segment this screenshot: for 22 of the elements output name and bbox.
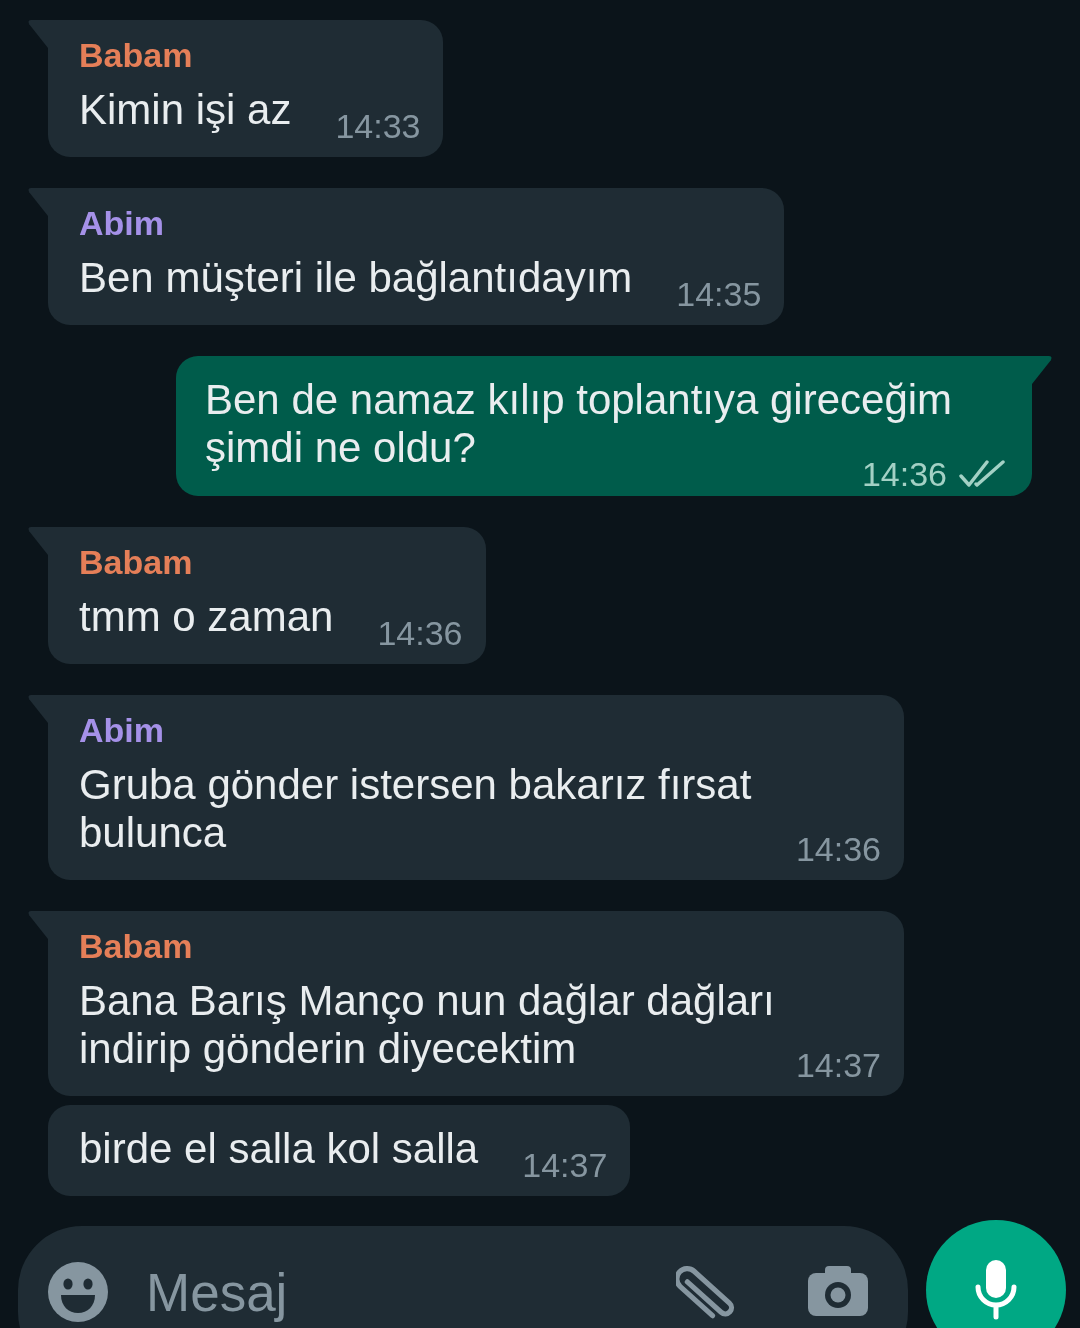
message-time: 14:36 bbox=[795, 829, 881, 869]
message-input[interactable]: Mesaj bbox=[146, 1262, 656, 1322]
message-text: tmm o zaman bbox=[79, 593, 334, 640]
microphone-icon bbox=[973, 1260, 1019, 1320]
message-text: Bana Barış Manço nun dağlar dağları indirip gönderin diyecektim bbox=[79, 977, 775, 1072]
message-text: Kimin işi az bbox=[79, 86, 292, 133]
message-time: 14:36 bbox=[377, 613, 463, 653]
sender-name: Abim bbox=[79, 203, 165, 243]
message-text: Gruba gönder istersen bakarız fırsat bulunca bbox=[79, 761, 752, 856]
message-field[interactable]: Mesaj bbox=[18, 1226, 908, 1328]
message-time: 14:33 bbox=[335, 106, 421, 146]
sender-name: Babam bbox=[79, 926, 194, 966]
sender-name: Babam bbox=[79, 542, 194, 582]
message-time: 14:35 bbox=[676, 274, 762, 314]
sender-name: Abim bbox=[79, 710, 165, 750]
message-text: Ben müşteri ile bağlantıdayım bbox=[79, 254, 633, 301]
emoji-icon[interactable] bbox=[48, 1262, 108, 1322]
camera-icon[interactable] bbox=[808, 1266, 868, 1316]
message-time: 14:37 bbox=[795, 1045, 881, 1085]
message-text: birde el salla kol salla bbox=[79, 1125, 479, 1172]
message-time: 14:37 bbox=[522, 1145, 608, 1185]
sender-name: Babam bbox=[79, 35, 194, 75]
